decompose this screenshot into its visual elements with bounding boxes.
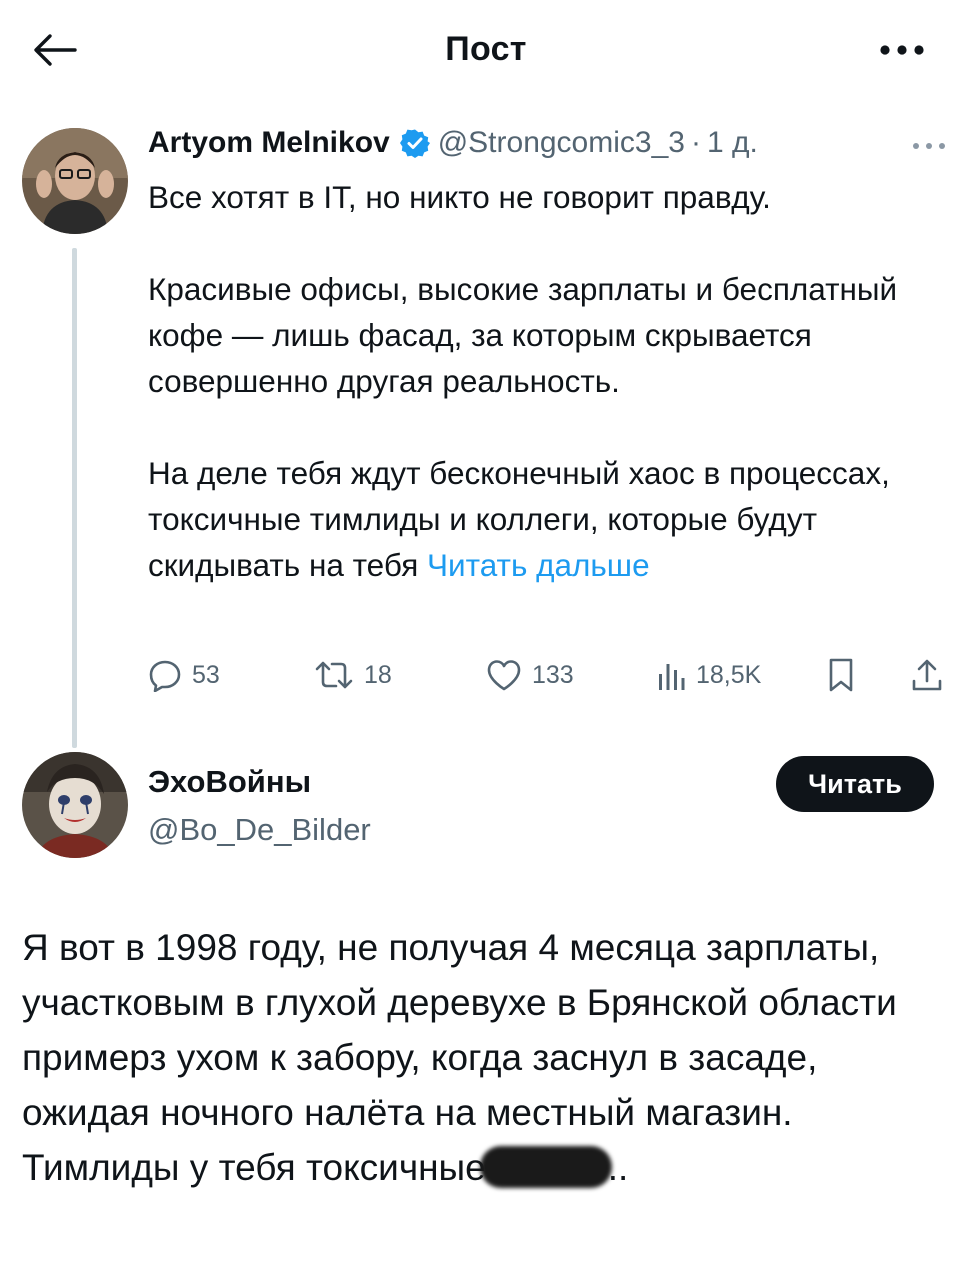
post-paragraph: На деле тебя ждут бесконечный хаос в про… <box>148 450 948 588</box>
repost-icon <box>315 661 353 689</box>
top-bar: Пост <box>0 0 972 100</box>
post-actions: 53 18 133 18,5K <box>148 652 948 698</box>
post-time[interactable]: 1 д. <box>707 126 758 160</box>
redaction-scribble <box>479 1146 612 1188</box>
follow-button[interactable]: Читать <box>776 756 934 812</box>
share-button[interactable] <box>910 652 944 698</box>
views-button[interactable]: 18,5K <box>656 652 761 698</box>
author-handle[interactable]: @Strongcomic3_3 <box>438 126 685 160</box>
avatar[interactable] <box>22 752 128 858</box>
read-more-link[interactable]: Читать дальше <box>427 547 650 583</box>
avatar-photo <box>22 752 128 858</box>
reply-button[interactable]: 53 <box>148 652 220 698</box>
heart-icon <box>487 660 521 691</box>
reply-text: Я вот в 1998 году, не получая 4 месяца з… <box>22 920 952 1195</box>
post-text: Все хотят в IT, но никто не говорит прав… <box>148 174 948 588</box>
verified-badge-icon <box>399 128 430 158</box>
author-name[interactable]: Artyom Melnikov <box>148 126 390 160</box>
avatar[interactable] <box>22 128 128 234</box>
bookmark-icon <box>829 658 853 692</box>
reply-text-body: Я вот в 1998 году, не получая 4 месяца з… <box>22 927 897 1188</box>
more-options-button[interactable] <box>872 30 932 70</box>
bookmark-button[interactable] <box>826 652 856 698</box>
reply-count: 53 <box>192 660 220 689</box>
analytics-bars-icon <box>659 664 685 690</box>
post-paragraph: Все хотят в IT, но никто не говорит прав… <box>148 179 771 215</box>
post-paragraph: Красивые офисы, высокие зарплаты и беспл… <box>148 271 898 399</box>
reply-author-name[interactable]: ЭхоВойны <box>148 764 311 800</box>
separator-dot: · <box>690 126 701 159</box>
page-title: Пост <box>445 30 527 68</box>
more-horizontal-icon <box>913 143 945 149</box>
reply-author-handle[interactable]: @Bo_De_Bilder <box>148 812 371 848</box>
more-horizontal-icon <box>880 45 924 55</box>
post-header: Artyom Melnikov @Strongcomic3_3 · 1 д. <box>148 126 758 160</box>
repost-button[interactable]: 18 <box>314 652 392 698</box>
repost-count: 18 <box>364 660 392 689</box>
views-count: 18,5K <box>696 660 762 689</box>
reply-icon <box>149 660 181 692</box>
like-button[interactable]: 133 <box>486 652 574 698</box>
like-count: 133 <box>532 660 574 689</box>
post-more-button[interactable] <box>906 128 952 164</box>
avatar-photo <box>22 128 128 234</box>
thread-line <box>72 248 77 748</box>
share-icon <box>912 659 942 691</box>
